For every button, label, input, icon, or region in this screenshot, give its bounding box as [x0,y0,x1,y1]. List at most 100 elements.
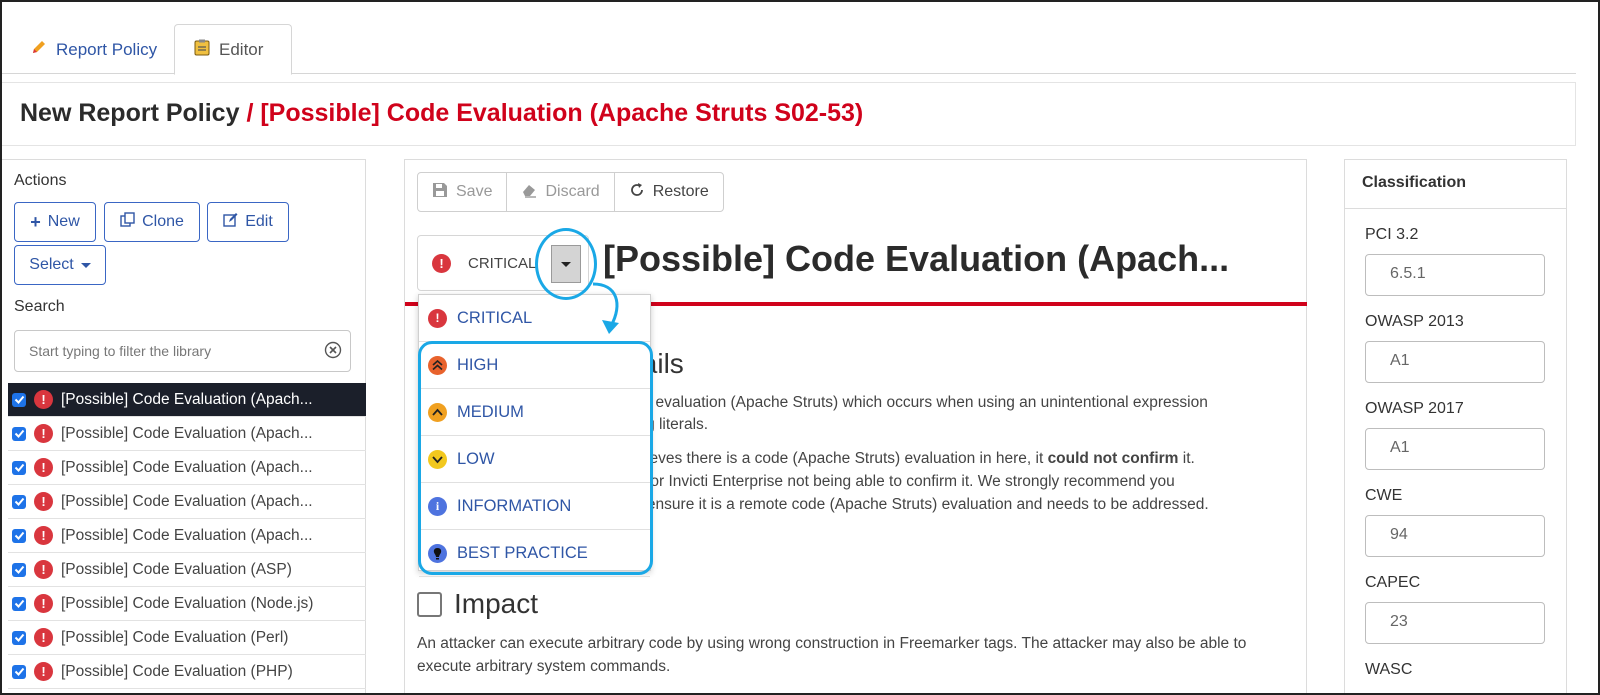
tab-report-policy[interactable]: Report Policy [12,24,175,75]
classification-label: OWASP 2013 [1365,313,1464,330]
critical-icon: ! [432,254,451,273]
tab-bar: Report Policy Editor [2,2,1576,75]
critical-icon: ! [34,424,53,443]
library-item[interactable]: ! [Possible] Code Evaluation (ASP) [8,553,366,587]
library-item-label: [Possible] Code Evaluation (PHP) [61,662,293,680]
vulnerability-title: [Possible] Code Evaluation (Apach... [603,238,1230,279]
library-item-label: [Possible] Code Evaluation (ASP) [61,560,292,578]
new-button[interactable]: + New [14,202,96,242]
page-title-prefix: New Report Policy [20,99,240,127]
details-line-5: o ensure it is a remote code (Apache Str… [634,496,1209,513]
tab-editor-label: Editor [219,39,264,59]
critical-icon: ! [34,628,53,647]
clone-button-label: Clone [142,213,184,230]
library-list: ! [Possible] Code Evaluation (Apach...! [P… [8,383,366,689]
checkbox[interactable] [12,494,26,509]
critical-icon: ! [34,526,53,545]
checkbox[interactable] [12,528,26,543]
actions-label: Actions [14,172,67,189]
impact-section-header: Impact [417,588,538,620]
save-label: Save [456,183,493,200]
search-box [14,330,351,372]
critical-icon: ! [428,308,447,328]
library-item-label: [Possible] Code Evaluation (Apach... [61,492,313,510]
classification-field[interactable]: A1 [1365,341,1545,383]
critical-icon: ! [34,662,53,681]
checkbox[interactable] [12,426,26,441]
critical-icon: ! [34,594,53,613]
callout-arrow [592,282,619,334]
impact-text: An attacker can execute arbitrary code b… [417,635,1247,675]
library-item[interactable]: ! [Possible] Code Evaluation (Node.js) [8,587,366,621]
library-item[interactable]: ! [Possible] Code Evaluation (Apach... [8,383,366,417]
details-line-3: elieves there is a code (Apache Struts) … [634,448,1195,470]
details-line-3-pre: elieves there is a code (Apache Struts) … [634,450,1048,467]
details-line-3-bold: could not confirm [1047,450,1179,467]
library-item[interactable]: ! [Possible] Code Evaluation (Apach... [8,451,366,485]
clear-search-icon[interactable] [324,341,342,359]
search-input[interactable] [15,331,315,371]
select-dropdown-button[interactable]: Select [14,245,106,285]
classification-field[interactable]: 23 [1365,602,1545,644]
checkbox[interactable] [12,630,26,645]
library-item-label: [Possible] Code Evaluation (Apach... [61,526,313,544]
library-item-label: [Possible] Code Evaluation (Node.js) [61,594,314,612]
page-title-item: [Possible] Code Evaluation (Apache Strut… [260,99,864,127]
caret-down-icon [80,262,91,268]
select-button-label: Select [29,256,74,273]
impact-checkbox[interactable] [417,591,442,617]
copy-icon [120,212,135,232]
save-button[interactable]: Save [418,173,508,211]
details-line-1: de evaluation (Apache Struts) which occu… [634,394,1208,411]
options-highlight [418,341,653,575]
discard-label: Discard [545,183,600,200]
classification-field[interactable]: 94 [1365,515,1545,557]
critical-icon: ! [34,560,53,579]
new-button-label: New [47,213,80,230]
checkbox[interactable] [12,392,26,407]
restore-icon [629,182,645,203]
classification-label: PCI 3.2 [1365,226,1419,243]
library-item[interactable]: ! [Possible] Code Evaluation (Apach... [8,485,366,519]
tab-report-policy-label: Report Policy [56,39,158,59]
tab-editor[interactable]: Editor [174,24,292,75]
critical-icon: ! [34,492,53,511]
classification-panel: Classification PCI 3.2 6.5.1 OWASP 2013 A1 O… [1344,159,1567,693]
classification-label: CAPEC [1365,574,1421,591]
discard-button[interactable]: Discard [507,173,615,211]
pencil-icon [30,38,48,61]
library-item[interactable]: ! [Possible] Code Evaluation (PHP) [8,655,366,689]
page-header: New Report Policy / [Possible] Code Eval… [2,82,1576,146]
restore-label: Restore [652,183,709,200]
page-title-separator: / [239,99,261,127]
editor-toolbar: Save Discard Restore [417,172,724,212]
clone-button[interactable]: Clone [104,202,200,242]
library-item[interactable]: ! [Possible] Code Evaluation (Apach... [8,417,366,451]
restore-button[interactable]: Restore [615,173,723,211]
classification-field[interactable]: 6.5.1 [1365,254,1545,296]
edit-button[interactable]: Edit [207,202,289,242]
checkbox[interactable] [12,596,26,611]
library-panel: Actions + New Clone Edit Select Search S… [2,159,366,693]
library-item-label: [Possible] Code Evaluation (Perl) [61,628,289,646]
library-item[interactable]: ! [Possible] Code Evaluation (Apach... [8,519,366,553]
classification-field[interactable]: A1 [1365,428,1545,470]
details-line-3-post: it. [1178,450,1195,467]
severity-current: CRITICAL [468,255,537,272]
classification-label: OWASP 2017 [1365,400,1464,417]
checkbox[interactable] [12,460,26,475]
clipboard-icon [193,38,211,61]
classification-heading: Classification [1345,160,1566,209]
edit-button-label: Edit [245,213,273,230]
page-title: New Report Policy / [Possible] Code Eval… [20,99,863,128]
library-item-label: [Possible] Code Evaluation (Apach... [61,458,313,476]
classification-label: WASC [1365,661,1413,678]
checkbox[interactable] [12,664,26,679]
checkbox[interactable] [12,562,26,577]
severity-option-label: CRITICAL [457,308,533,327]
classification-label: CWE [1365,487,1403,504]
impact-heading: Impact [454,588,539,619]
app-window: Report Policy Editor New Report Policy /… [0,0,1600,695]
library-item[interactable]: ! [Possible] Code Evaluation (Perl) [8,621,366,655]
edit-icon [223,212,238,232]
